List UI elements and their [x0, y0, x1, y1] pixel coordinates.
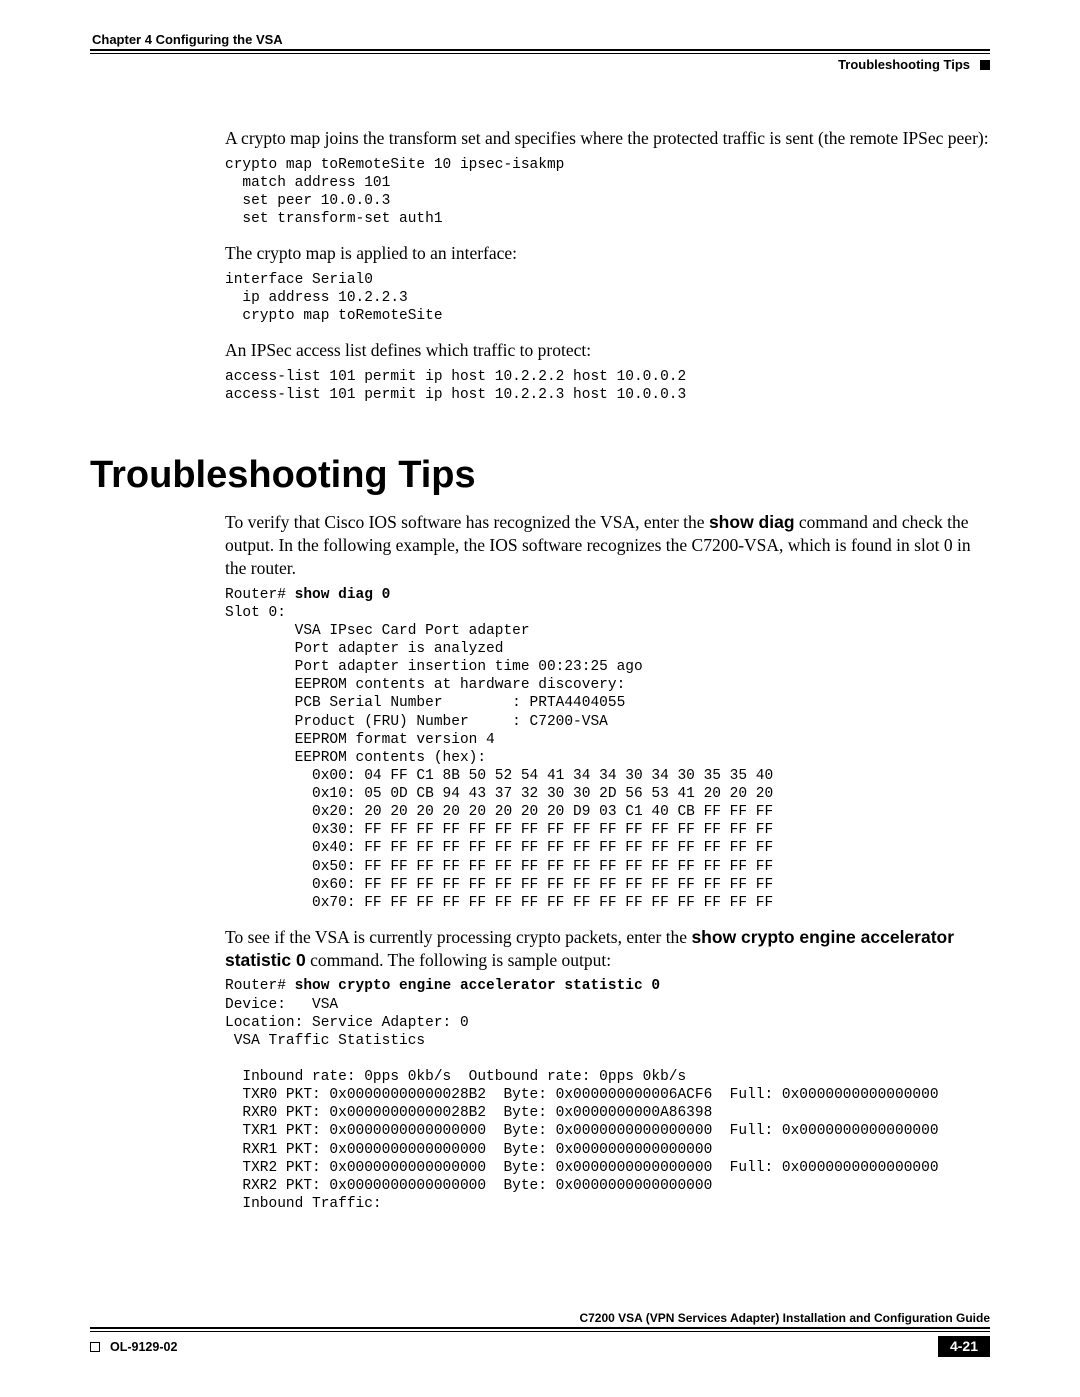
code-show-crypto: Router# show crypto engine accelerator s… [225, 977, 990, 1213]
page-content: A crypto map joins the transform set and… [225, 127, 990, 1213]
code-access-list: access-list 101 permit ip host 10.2.2.2 … [225, 368, 990, 404]
section-heading-troubleshooting: Troubleshooting Tips [90, 454, 990, 497]
code-crypto-map: crypto map toRemoteSite 10 ipsec-isakmp … [225, 156, 990, 229]
page-header: Chapter 4 Configuring the VSA Troublesho… [90, 32, 990, 72]
paragraph-show-crypto: To see if the VSA is currently processin… [225, 926, 990, 972]
page-footer: C7200 VSA (VPN Services Adapter) Install… [90, 1311, 990, 1357]
header-section: Troubleshooting Tips [838, 57, 970, 72]
code-show-diag: Router# show diag 0 Slot 0: VSA IPsec Ca… [225, 586, 990, 912]
code-interface: interface Serial0 ip address 10.2.2.3 cr… [225, 271, 990, 325]
paragraph-crypto-interface: The crypto map is applied to an interfac… [225, 242, 990, 265]
paragraph-show-diag: To verify that Cisco IOS software has re… [225, 511, 990, 579]
paragraph-access-list: An IPSec access list defines which traff… [225, 339, 990, 362]
header-chapter: Chapter 4 Configuring the VSA [92, 32, 283, 47]
footer-doc-id: OL-9129-02 [110, 1340, 177, 1354]
paragraph-crypto-map: A crypto map joins the transform set and… [225, 127, 990, 150]
footer-square-marker-icon [90, 1342, 100, 1352]
header-square-marker-icon [980, 60, 990, 70]
footer-doc-title: C7200 VSA (VPN Services Adapter) Install… [90, 1311, 990, 1327]
page-number: 4-21 [938, 1336, 990, 1357]
